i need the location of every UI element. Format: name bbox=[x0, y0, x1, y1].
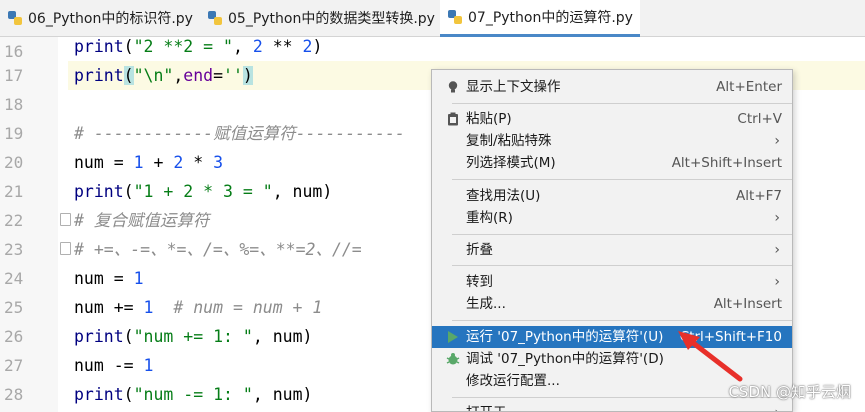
line-number: 22 bbox=[4, 211, 24, 230]
line-number: 19 bbox=[4, 124, 24, 143]
menu-separator bbox=[452, 103, 792, 104]
line-number-gutter[interactable]: 16 17 18 19 20 21 22 23 24 25 26 27 28 bbox=[0, 37, 58, 412]
line-number: 24 bbox=[4, 269, 24, 288]
menu-item-find-usages[interactable]: 查找用法(U) Alt+F7 bbox=[432, 185, 792, 207]
python-file-icon bbox=[448, 10, 462, 24]
line-number: 26 bbox=[4, 327, 24, 346]
menu-separator bbox=[452, 179, 792, 180]
submenu-arrow-icon: › bbox=[774, 210, 780, 226]
run-icon bbox=[448, 331, 458, 343]
menu-item-copy-paste-special[interactable]: 复制/粘贴特殊 › bbox=[432, 130, 792, 152]
menu-separator bbox=[452, 234, 792, 235]
submenu-arrow-icon: › bbox=[774, 274, 780, 290]
line-number: 17 bbox=[4, 66, 24, 85]
lightbulb-icon bbox=[448, 81, 458, 93]
menu-separator bbox=[452, 265, 792, 266]
tab-05-python-type-conversion[interactable]: 05_Python中的数据类型转换.py bbox=[200, 0, 435, 36]
menu-separator bbox=[452, 320, 792, 321]
tab-label: 06_Python中的标识符.py bbox=[28, 11, 193, 27]
menu-item-refactor[interactable]: 重构(R) › bbox=[432, 207, 792, 229]
python-file-icon bbox=[208, 11, 222, 25]
bracket-highlight: ( bbox=[123, 66, 134, 85]
line-number: 23 bbox=[4, 240, 24, 259]
line-number: 28 bbox=[4, 385, 24, 404]
watermark: CSDN @知乎云烟 bbox=[728, 383, 851, 401]
line-number: 25 bbox=[4, 298, 24, 317]
menu-item-paste[interactable]: 粘贴(P) Ctrl+V bbox=[432, 108, 792, 130]
menu-item-show-context-actions[interactable]: 显示上下文操作 Alt+Enter bbox=[432, 76, 792, 98]
annotation-arrow-icon bbox=[678, 331, 743, 382]
menu-item-folding[interactable]: 折叠 › bbox=[432, 239, 792, 261]
line-number: 18 bbox=[4, 95, 24, 114]
code-line: print("2 **2 = ", 2 ** 2) bbox=[74, 37, 323, 56]
menu-item-column-selection-mode[interactable]: 列选择模式(M) Alt+Shift+Insert bbox=[432, 152, 792, 174]
line-number: 21 bbox=[4, 182, 24, 201]
line-number: 27 bbox=[4, 356, 24, 375]
clipboard-icon bbox=[448, 112, 458, 126]
debug-icon bbox=[446, 353, 460, 365]
python-file-icon bbox=[8, 11, 22, 25]
submenu-arrow-icon: › bbox=[774, 242, 780, 258]
line-number: 20 bbox=[4, 153, 24, 172]
tab-label: 05_Python中的数据类型转换.py bbox=[228, 11, 435, 27]
menu-item-generate[interactable]: 生成... Alt+Insert bbox=[432, 293, 792, 315]
bracket-highlight: ) bbox=[242, 66, 253, 85]
menu-item-open-in[interactable]: 打开于 › bbox=[432, 402, 792, 411]
tab-06-python-identifiers[interactable]: 06_Python中的标识符.py bbox=[0, 0, 198, 36]
submenu-arrow-icon: › bbox=[774, 133, 780, 149]
submenu-arrow-icon: › bbox=[774, 402, 780, 411]
menu-item-go-to[interactable]: 转到 › bbox=[432, 271, 792, 293]
tab-label: 07_Python中的运算符.py bbox=[468, 10, 633, 26]
